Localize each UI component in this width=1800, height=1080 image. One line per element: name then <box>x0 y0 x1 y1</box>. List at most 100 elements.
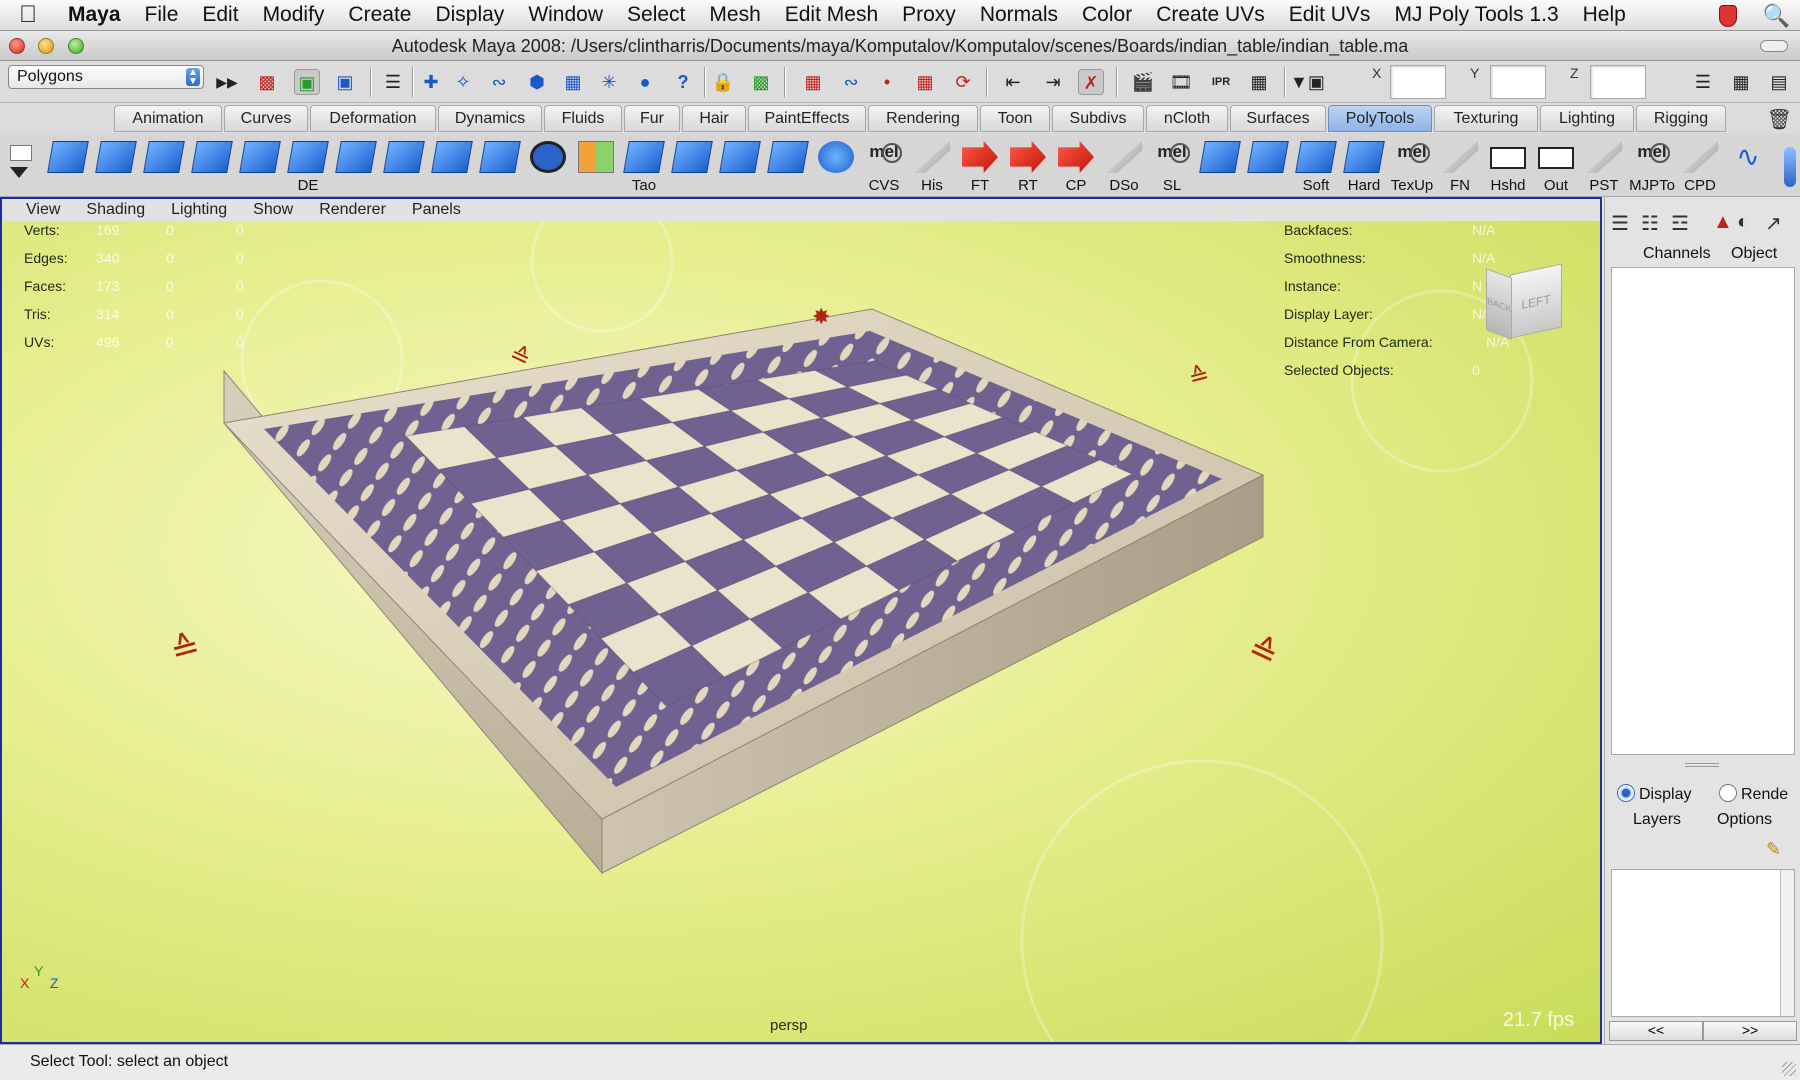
toolbar-toggle-button[interactable] <box>1760 40 1788 52</box>
tab-lighting[interactable]: Lighting <box>1540 105 1634 132</box>
next-button[interactable]: >> <box>1703 1021 1797 1041</box>
shelf-button-planar[interactable] <box>1246 139 1290 195</box>
render-current-frame-icon[interactable]: 🎞 <box>1168 69 1194 95</box>
shelf-button-cvs[interactable]: mel CVS <box>862 139 906 195</box>
highlight-selection-icon[interactable]: ▩ <box>748 69 774 95</box>
shelf-button-out[interactable]: Out <box>1534 139 1578 195</box>
shelf-button-fn[interactable]: FN <box>1438 139 1482 195</box>
tool-settings-toggle-icon[interactable]: ▦ <box>1728 69 1754 95</box>
select-curves-icon[interactable]: ∾ <box>486 69 512 95</box>
channel-box-list[interactable] <box>1611 267 1795 755</box>
ipr-render-icon[interactable]: IPR <box>1208 69 1234 95</box>
attribute-spread-icon[interactable]: ▲ <box>1713 211 1733 234</box>
menu-mesh[interactable]: Mesh <box>697 3 772 27</box>
tab-surfaces[interactable]: Surfaces <box>1230 105 1326 132</box>
display-radio[interactable]: Display <box>1617 784 1691 804</box>
shelf-button-mjpto[interactable]: mel MJPTo <box>1629 139 1675 195</box>
shelf-menu[interactable] <box>10 145 38 193</box>
transform-mode-icon[interactable]: ▼▣ <box>1290 69 1325 95</box>
shelf-button-bevel[interactable] <box>334 139 378 195</box>
tab-animation[interactable]: Animation <box>114 105 222 132</box>
channel-layer-icon[interactable]: ☲ <box>1671 211 1689 236</box>
snap-to-view-planes-icon[interactable]: ▦ <box>912 69 938 95</box>
select-deformations-icon[interactable]: ▦ <box>560 69 586 95</box>
shelf-button-extrude[interactable] <box>382 139 426 195</box>
menu-create[interactable]: Create <box>336 3 423 27</box>
shelf-button-merge[interactable] <box>478 139 522 195</box>
shelf-button-uv-layout[interactable] <box>574 139 618 195</box>
select-hierarchy-icon[interactable]: ▩ <box>254 69 280 95</box>
resize-grip-icon[interactable] <box>1782 1062 1796 1076</box>
view-cube[interactable]: LEFT BACK <box>1486 259 1566 340</box>
menu-help[interactable]: Help <box>1571 3 1638 27</box>
x-input[interactable] <box>1390 65 1446 99</box>
shelf-button-cp[interactable]: CP <box>1054 139 1098 195</box>
panel-splitter[interactable] <box>1685 763 1719 767</box>
shelf-button-sl[interactable]: mel SL <box>1150 139 1194 195</box>
menu-edit-mesh[interactable]: Edit Mesh <box>773 3 890 27</box>
view-cube-back-face[interactable]: BACK <box>1486 268 1512 340</box>
selection-mask-icon[interactable]: ☰ <box>380 69 406 95</box>
panel-menu-lighting[interactable]: Lighting <box>159 201 241 219</box>
panel-menu-view[interactable]: View <box>2 201 74 219</box>
menu-file[interactable]: File <box>133 3 191 27</box>
menu-normals[interactable]: Normals <box>968 3 1070 27</box>
tab-fluids[interactable]: Fluids <box>544 105 622 132</box>
security-shield-icon[interactable] <box>1718 5 1737 27</box>
tab-hair[interactable]: Hair <box>682 105 746 132</box>
prev-button[interactable]: << <box>1609 1021 1703 1041</box>
menu-display[interactable]: Display <box>423 3 516 27</box>
tab-deformation[interactable]: Deformation <box>310 105 436 132</box>
shelf-button-his[interactable]: His <box>910 139 954 195</box>
panel-menu-panels[interactable]: Panels <box>400 201 475 219</box>
menu-select[interactable]: Select <box>615 3 697 27</box>
snap-to-curves-icon[interactable]: ∾ <box>838 69 864 95</box>
spotlight-search-icon[interactable]: 🔍 <box>1763 3 1790 29</box>
shelf-button-poly-plane[interactable] <box>142 139 186 195</box>
menu-set-select[interactable]: Polygons ▲ ▼ <box>8 65 204 89</box>
layer-scrollbar[interactable] <box>1780 870 1794 1016</box>
shelf-button-pst[interactable]: PST <box>1582 139 1626 195</box>
select-joints-icon[interactable]: ✧ <box>450 69 476 95</box>
zoom-window-button[interactable] <box>68 38 84 54</box>
shelf-button-uv-snapshot[interactable] <box>1198 139 1242 195</box>
options-menu[interactable]: Options <box>1717 811 1772 829</box>
y-input[interactable] <box>1490 65 1546 99</box>
shelf-button-grid[interactable] <box>430 139 474 195</box>
shading-icon[interactable]: ◐ <box>1737 211 1749 234</box>
shelf-button-wedge[interactable] <box>670 139 714 195</box>
apple-icon[interactable]:  <box>0 1 56 29</box>
channels-menu[interactable]: Channels <box>1643 245 1711 263</box>
layer-editor-icon[interactable]: ☷ <box>1641 211 1659 236</box>
make-live-icon[interactable]: ⟳ <box>950 69 976 95</box>
render-radio[interactable]: Rende <box>1719 784 1788 804</box>
tab-dynamics[interactable]: Dynamics <box>438 105 542 132</box>
menu-edit-uvs[interactable]: Edit UVs <box>1277 3 1383 27</box>
shelf-button-dso[interactable]: DSo <box>1102 139 1146 195</box>
menu-app[interactable]: Maya <box>56 3 133 27</box>
tab-ncloth[interactable]: nCloth <box>1146 105 1228 132</box>
tab-rigging[interactable]: Rigging <box>1636 105 1726 132</box>
menu-color[interactable]: Color <box>1070 3 1144 27</box>
select-rendering-icon[interactable]: ● <box>632 69 658 95</box>
tab-curves[interactable]: Curves <box>224 105 308 132</box>
select-handles-icon[interactable]: ✚ <box>418 69 444 95</box>
select-component-icon[interactable]: ▣ <box>332 69 358 95</box>
shelf-button-split-edge[interactable] <box>94 139 138 195</box>
snap-to-points-icon[interactable]: • <box>874 69 900 95</box>
output-history-icon[interactable]: ⇥ <box>1040 69 1066 95</box>
menu-create-uvs[interactable]: Create UVs <box>1144 3 1277 27</box>
tab-subdivs[interactable]: Subdivs <box>1052 105 1144 132</box>
shelf-button-cpd[interactable]: CPD <box>1678 139 1722 195</box>
shelf-button-poly-subdivide[interactable] <box>190 139 234 195</box>
select-object-icon[interactable]: ▣ <box>294 69 320 95</box>
panel-menu-show[interactable]: Show <box>241 201 307 219</box>
shelf-button-de[interactable]: DE <box>286 139 330 195</box>
shelf-button-insert-edge[interactable] <box>238 139 282 195</box>
panel-menu-renderer[interactable]: Renderer <box>307 201 400 219</box>
menu-mj-poly-tools[interactable]: MJ Poly Tools 1.3 <box>1382 3 1570 27</box>
menu-edit[interactable]: Edit <box>190 3 250 27</box>
shelf-scroll-handle[interactable] <box>1784 147 1796 187</box>
shelf-button-ft[interactable]: FT <box>958 139 1002 195</box>
select-misc-icon[interactable]: ? <box>670 69 696 95</box>
